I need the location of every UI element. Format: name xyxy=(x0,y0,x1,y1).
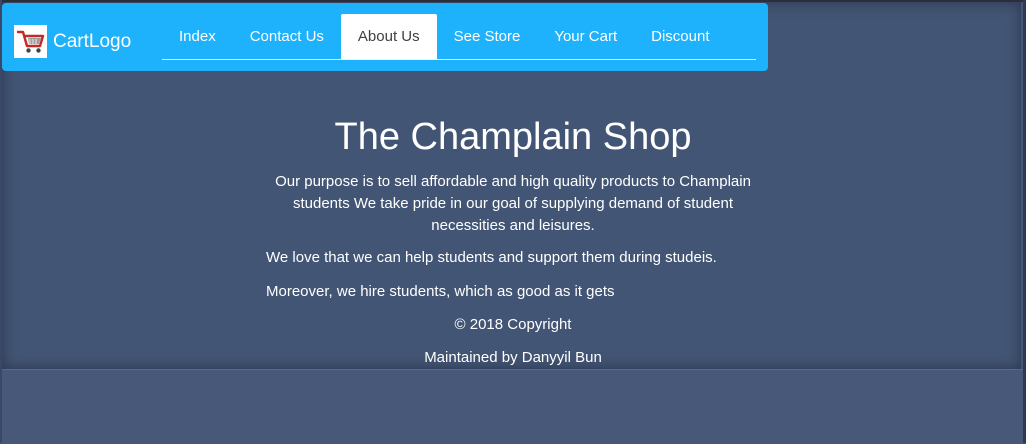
nav-item-your-cart[interactable]: Your Cart xyxy=(537,14,634,59)
copyright-text: © 2018 Copyright xyxy=(454,316,572,333)
hiring-paragraph: Moreover, we hire students, which as goo… xyxy=(266,283,615,300)
maintainer-text: Maintained by Danyyil Bun xyxy=(424,349,602,366)
support-paragraph: We love that we can help students and su… xyxy=(266,249,717,266)
page-bottom-area xyxy=(2,369,1023,444)
nav-tabs: Index Contact Us About Us See Store Your… xyxy=(162,14,756,60)
page-title: The Champlain Shop xyxy=(334,116,692,158)
nav-item-see-store[interactable]: See Store xyxy=(437,14,538,59)
shopping-cart-icon[interactable] xyxy=(14,25,47,58)
nav-item-about-us[interactable]: About Us xyxy=(340,14,437,59)
nav-item-discount[interactable]: Discount xyxy=(634,14,726,59)
nav-item-index[interactable]: Index xyxy=(162,14,233,59)
navbar: CartLogo Index Contact Us About Us See S… xyxy=(2,3,768,71)
purpose-paragraph: Our purpose is to sell affordable and hi… xyxy=(275,173,751,234)
brand-link[interactable]: CartLogo xyxy=(14,25,131,58)
nav-item-contact-us[interactable]: Contact Us xyxy=(233,14,341,59)
brand-name[interactable]: CartLogo xyxy=(53,27,131,57)
